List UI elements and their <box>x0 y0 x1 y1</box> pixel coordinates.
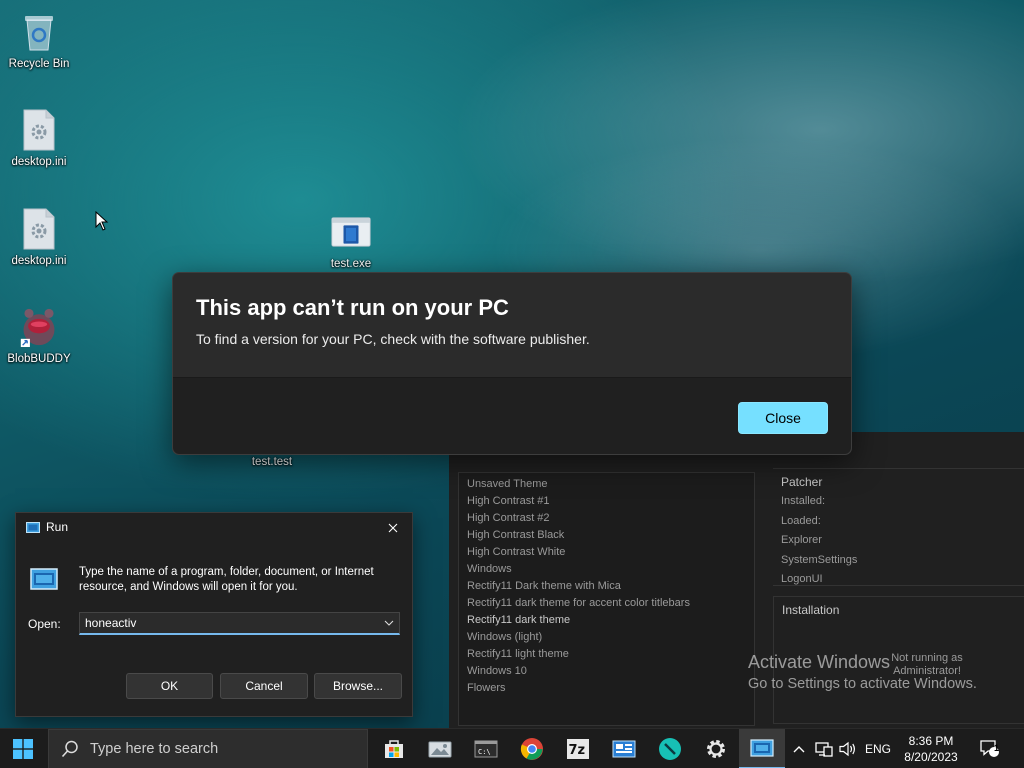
error-dialog-footer: Close <box>173 377 851 454</box>
run-titlebar[interactable]: Run <box>16 513 412 543</box>
theme-list-item[interactable]: High Contrast Black <box>459 527 754 544</box>
desktop-icon-label: desktop.ini <box>11 255 67 267</box>
taskbar-photo-app[interactable] <box>417 729 463 768</box>
run-program-icon <box>30 568 58 590</box>
theme-list-item[interactable]: Rectify11 dark theme <box>459 612 754 629</box>
desktop-icon-label: desktop.ini <box>11 156 67 168</box>
image-app-icon <box>428 741 452 758</box>
7zip-icon: 7z <box>567 739 589 759</box>
run-dialog: Run Type the name of a program, folder, … <box>15 512 413 717</box>
taskbar-run-active[interactable] <box>739 729 785 768</box>
run-command-combobox <box>79 612 400 635</box>
desktop-icon-label: test.exe <box>330 258 372 270</box>
system-info-icon <box>612 740 636 758</box>
run-description: Type the name of a program, folder, docu… <box>79 566 374 593</box>
taskbar-7zip[interactable]: 7z <box>555 729 601 768</box>
svg-text:C:\: C:\ <box>478 748 491 756</box>
settings-file-icon <box>19 207 59 251</box>
taskbar-system-info[interactable] <box>601 729 647 768</box>
taskbar-settings[interactable] <box>693 729 739 768</box>
search-placeholder: Type here to search <box>90 741 219 757</box>
theme-list-item[interactable]: Unsaved Theme <box>459 476 754 493</box>
terminal-icon: C:\ <box>474 740 498 758</box>
store-icon <box>385 740 403 758</box>
desktop-icon-recycle-bin[interactable]: Recycle Bin <box>1 10 77 70</box>
taskbar-search-box[interactable]: Type here to search <box>48 729 368 768</box>
theme-list-item[interactable]: Rectify11 light theme <box>459 646 754 663</box>
desktop-icon-test-exe[interactable]: test.exe <box>313 210 389 270</box>
pen-app-icon <box>659 738 681 760</box>
theme-list-item[interactable]: Windows 10 <box>459 663 754 680</box>
recycle-bin-icon <box>19 10 59 54</box>
theme-list-item[interactable]: Windows (light) <box>459 629 754 646</box>
installation-header: Installation <box>782 603 840 617</box>
admin-status-text: Not running as Administrator! <box>891 652 963 677</box>
desktop-icon-label: test.test <box>251 456 293 468</box>
theme-list-item[interactable]: High Contrast White <box>459 544 754 561</box>
notification-center-button[interactable]: 1 <box>975 729 1005 768</box>
theme-list-item[interactable]: Flowers <box>459 680 754 697</box>
open-label: Open: <box>28 617 61 631</box>
start-button[interactable] <box>0 729 46 768</box>
error-title: This app can’t run on your PC <box>196 295 509 320</box>
chrome-icon <box>520 738 543 760</box>
patcher-app-window: Unsaved Theme High Contrast #1 High Cont… <box>449 432 1024 728</box>
desktop-icon-label: Recycle Bin <box>8 58 70 70</box>
gear-icon <box>707 740 725 758</box>
theme-list-item[interactable]: Rectify11 dark theme for accent color ti… <box>459 595 754 612</box>
notification-badge: 1 <box>994 743 1000 753</box>
svg-text:7z: 7z <box>569 743 586 758</box>
browse-button[interactable]: Browse... <box>314 673 402 699</box>
desktop-icon-desktop-ini-1[interactable]: desktop.ini <box>1 108 77 168</box>
patcher-row-loaded: Loaded: <box>781 514 821 527</box>
patcher-header: Patcher <box>781 475 823 489</box>
desktop-icon-desktop-ini-2[interactable]: desktop.ini <box>1 207 77 267</box>
network-icon[interactable] <box>812 729 836 768</box>
close-button[interactable]: Close <box>738 402 828 434</box>
run-title-icon <box>26 522 40 533</box>
taskbar-command-prompt[interactable]: C:\ <box>463 729 509 768</box>
chevron-up-icon[interactable] <box>788 729 810 768</box>
theme-list-item[interactable]: High Contrast #2 <box>459 510 754 527</box>
patcher-row-installed: Installed: <box>781 495 826 507</box>
clock-date: 8/20/2023 <box>904 750 958 764</box>
executable-icon <box>331 210 371 254</box>
error-message: To find a version for your PC, check wit… <box>196 331 590 347</box>
run-program-icon <box>750 739 774 757</box>
taskbar-store[interactable] <box>371 729 417 768</box>
windows-logo-icon <box>13 739 33 759</box>
theme-list-item[interactable]: High Contrast #1 <box>459 493 754 510</box>
ok-button[interactable]: OK <box>126 673 213 699</box>
app-error-dialog: This app can’t run on your PC To find a … <box>172 272 852 455</box>
close-icon[interactable] <box>382 517 404 539</box>
taskbar-pen-app[interactable] <box>647 729 693 768</box>
taskbar-clock[interactable]: 8:36 PM 8/20/2023 <box>896 733 966 765</box>
desktop-icon-label: BlobBUDDY <box>7 353 71 365</box>
run-command-input[interactable] <box>80 613 370 633</box>
cancel-button[interactable]: Cancel <box>220 673 308 699</box>
patcher-status-panel: Patcher Installed: Loaded: Explorer Syst… <box>773 468 1024 586</box>
chevron-down-icon[interactable] <box>381 615 397 631</box>
blobbuddy-icon <box>19 305 59 349</box>
mouse-pointer-icon <box>95 210 109 234</box>
taskbar: Type here to search C:\ 7z ENG 8:36 PM 8… <box>0 728 1024 768</box>
desktop-icon-blobbuddy[interactable]: BlobBUDDY <box>1 305 77 365</box>
volume-icon[interactable] <box>837 729 859 768</box>
patcher-row-logonui: LogonUI <box>781 573 823 585</box>
search-icon <box>61 740 78 758</box>
theme-list[interactable]: Unsaved Theme High Contrast #1 High Cont… <box>458 472 755 726</box>
run-title: Run <box>46 520 69 534</box>
patcher-row-explorer: Explorer <box>781 534 822 546</box>
patcher-row-systemsettings: SystemSettings <box>781 553 858 566</box>
language-indicator[interactable]: ENG <box>862 729 894 768</box>
clock-time: 8:36 PM <box>908 734 954 748</box>
theme-list-item[interactable]: Windows <box>459 561 754 578</box>
theme-list-item[interactable]: Rectify11 Dark theme with Mica <box>459 578 754 595</box>
settings-file-icon <box>19 108 59 152</box>
taskbar-chrome[interactable] <box>509 729 555 768</box>
